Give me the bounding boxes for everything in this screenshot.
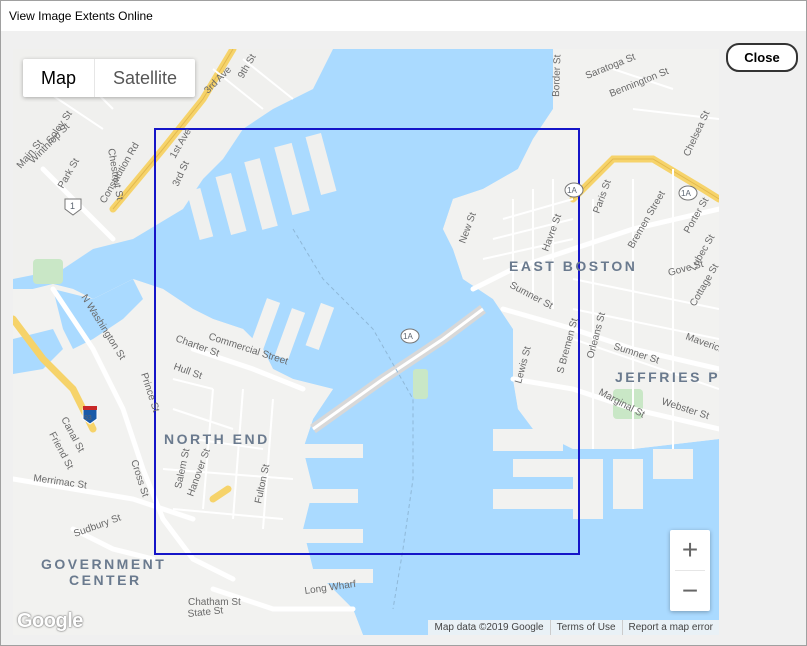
- map-type-control: Map Satellite: [23, 59, 196, 97]
- route-1a-shield-east: 1A: [564, 182, 584, 198]
- svg-text:1A: 1A: [403, 332, 413, 341]
- report-map-error-link[interactable]: Report a map error: [623, 620, 719, 635]
- svg-text:1A: 1A: [567, 186, 577, 195]
- zoom-out-button[interactable]: −: [670, 571, 710, 611]
- route-1a-shield-tunnel: 1A: [400, 328, 420, 344]
- google-logo[interactable]: Google: [17, 610, 83, 633]
- svg-text:1A: 1A: [681, 189, 691, 198]
- map-type-satellite-button[interactable]: Satellite: [94, 59, 195, 97]
- close-button[interactable]: Close: [726, 43, 798, 72]
- map-type-map-button[interactable]: Map: [23, 59, 94, 97]
- route-1a-shield-right: 1A: [678, 185, 698, 201]
- svg-text:93: 93: [84, 415, 92, 422]
- label-jeffries: JEFFRIES P: [615, 369, 719, 385]
- title-bar: View Image Extents Online: [1, 1, 806, 31]
- svg-text:1: 1: [70, 201, 75, 211]
- map-view[interactable]: EAST BOSTON NORTH END JEFFRIES P GOVERNM…: [13, 49, 719, 635]
- map-attribution: Map data ©2019 Google Terms of Use Repor…: [428, 620, 719, 635]
- map-canvas[interactable]: EAST BOSTON NORTH END JEFFRIES P GOVERNM…: [13, 49, 719, 635]
- zoom-control: + −: [670, 530, 710, 611]
- label-center: CENTER: [69, 572, 142, 588]
- window-title: View Image Extents Online: [9, 9, 153, 23]
- dialog-window: View Image Extents Online EAST BOSTON NO…: [0, 0, 807, 646]
- label-government: GOVERNMENT: [41, 556, 166, 572]
- zoom-in-button[interactable]: +: [670, 530, 710, 570]
- terms-of-use-link[interactable]: Terms of Use: [551, 620, 623, 635]
- map-data-text: Map data ©2019 Google: [428, 620, 551, 635]
- label-border-st: Border St: [551, 54, 563, 97]
- label-north-end: NORTH END: [164, 431, 270, 447]
- label-east-boston: EAST BOSTON: [509, 258, 637, 274]
- label-chatham-st: Chatham St: [188, 597, 241, 608]
